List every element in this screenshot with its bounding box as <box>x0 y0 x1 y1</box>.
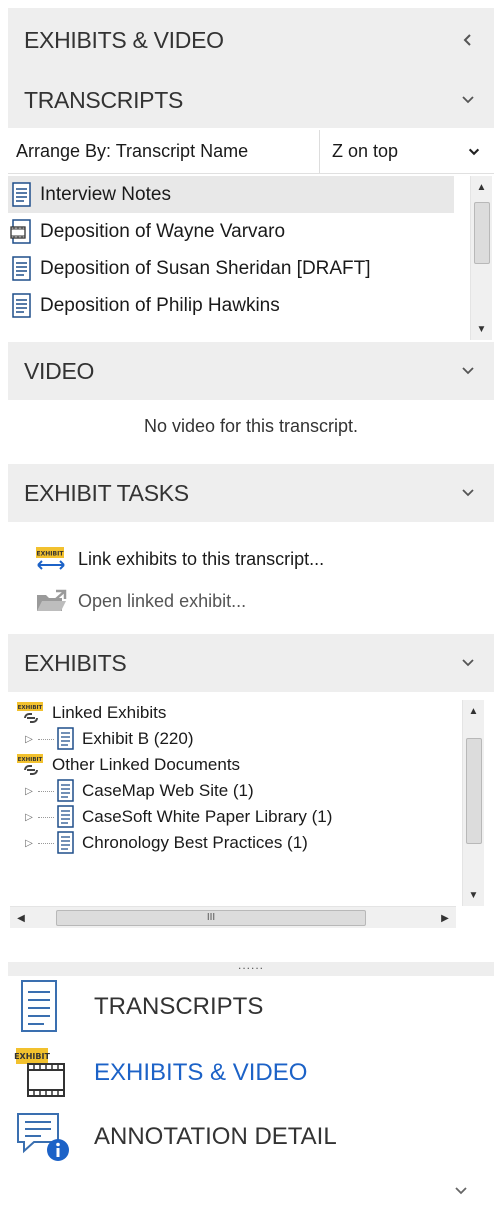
document-icon <box>12 181 31 207</box>
expand-arrow-icon[interactable]: ▷ <box>22 812 36 823</box>
linked-exhibit-icon: EXHIBIT <box>17 754 43 775</box>
panel-title: EXHIBITS & VIDEO <box>24 26 224 53</box>
scroll-down-arrow-icon[interactable]: ▼ <box>471 318 492 340</box>
scroll-down-arrow-icon[interactable]: ▼ <box>463 884 484 906</box>
sort-order-dropdown[interactable]: Z on top <box>320 130 494 173</box>
transcript-label: Interview Notes <box>40 183 171 205</box>
scrollbar-thumb[interactable] <box>466 738 482 844</box>
link-exhibits-label: Link exhibits to this transcript... <box>78 548 325 569</box>
chevron-down-icon <box>462 96 474 104</box>
transcripts-toggle[interactable] <box>442 72 494 128</box>
svg-text:EXHIBIT: EXHIBIT <box>18 705 43 711</box>
transcripts-header[interactable]: TRANSCRIPTS <box>8 72 494 128</box>
panel-header: EXHIBITS & VIDEO <box>8 8 494 72</box>
tree-item-label: CaseSoft White Paper Library (1) <box>82 807 333 826</box>
expand-arrow-icon[interactable]: ▷ <box>22 734 36 745</box>
arrange-bar: Arrange By: Transcript Name Z on top <box>8 130 494 174</box>
transcript-label: Deposition of Wayne Varvaro <box>40 220 286 242</box>
open-linked-exhibit-task[interactable]: Open linked exhibit... <box>34 588 246 614</box>
svg-text:EXHIBIT: EXHIBIT <box>14 1052 50 1061</box>
tree-group-label: Linked Exhibits <box>52 703 167 722</box>
document-icon <box>57 727 74 750</box>
scroll-up-arrow-icon[interactable]: ▲ <box>471 176 492 198</box>
video-header[interactable]: VIDEO <box>8 342 494 400</box>
exhibit-tasks-toggle[interactable] <box>442 464 494 522</box>
tree-item[interactable]: ▷ CaseMap Web Site (1) <box>8 778 458 804</box>
exhibit-video-icon: EXHIBIT <box>14 1048 65 1097</box>
transcript-list-scrollbar[interactable]: ▲ ▼ <box>470 176 492 340</box>
tree-item[interactable]: ▷ Exhibit B (220) <box>8 726 458 752</box>
tree-group-label: Other Linked Documents <box>52 755 241 774</box>
nav-annotation-detail[interactable]: ANNOTATION DETAIL <box>14 1108 337 1166</box>
transcript-item[interactable]: Deposition of Philip Hawkins <box>8 287 466 324</box>
transcript-item[interactable]: Interview Notes <box>8 176 454 213</box>
document-icon <box>12 292 31 318</box>
exhibits-title: EXHIBITS <box>24 649 127 676</box>
scrollbar-thumb[interactable]: III <box>56 910 366 926</box>
exhibit-tree-hscrollbar[interactable]: ◀ III ▶ <box>10 906 456 928</box>
exhibit-tree: EXHIBIT Linked Exhibits ▷ Exhibit B (220… <box>8 700 458 928</box>
annotation-info-icon <box>17 1113 69 1161</box>
scroll-up-arrow-icon[interactable]: ▲ <box>463 700 484 722</box>
nav-exhibits-video[interactable]: EXHIBIT EXHIBITS & VIDEO <box>14 1044 307 1102</box>
expand-arrow-icon[interactable]: ▷ <box>22 838 36 849</box>
collapse-panel-button[interactable] <box>442 8 494 72</box>
tree-item-label: CaseMap Web Site (1) <box>82 781 254 800</box>
sort-order-value: Z on top <box>332 141 399 161</box>
chevron-down-icon <box>462 367 474 375</box>
transcript-list: Interview Notes Deposition of Wayne Varv… <box>8 176 466 340</box>
exhibits-toggle[interactable] <box>442 634 494 692</box>
video-toggle[interactable] <box>442 342 494 400</box>
document-icon <box>57 779 74 802</box>
svg-text:EXHIBIT: EXHIBIT <box>18 757 43 763</box>
transcripts-title: TRANSCRIPTS <box>24 86 183 113</box>
exhibit-tasks-title: EXHIBIT TASKS <box>24 479 189 506</box>
open-linked-exhibit-label: Open linked exhibit... <box>78 590 247 611</box>
transcript-item[interactable]: Deposition of Susan Sheridan [DRAFT] <box>8 250 466 287</box>
pane-splitter[interactable]: ...... <box>8 959 494 976</box>
tree-item-label: Exhibit B (220) <box>82 729 194 748</box>
linked-exhibit-icon: EXHIBIT <box>17 702 43 723</box>
chevron-down-icon <box>455 1187 467 1195</box>
transcript-label: Deposition of Susan Sheridan [DRAFT] <box>40 257 371 279</box>
open-folder-icon <box>37 589 67 611</box>
document-icon <box>12 255 31 281</box>
nav-transcripts-label: TRANSCRIPTS <box>94 993 264 1020</box>
transcript-item[interactable]: Deposition of Wayne Varvaro <box>8 213 466 250</box>
document-icon <box>57 831 74 854</box>
link-exhibits-task[interactable]: EXHIBIT Link exhibits to this transcript… <box>34 546 324 572</box>
expand-arrow-icon[interactable]: ▷ <box>22 786 36 797</box>
nav-annotation-detail-label: ANNOTATION DETAIL <box>94 1123 337 1150</box>
exhibit-tree-vscrollbar[interactable]: ▲ ▼ <box>462 700 484 906</box>
tree-item-label: Chronology Best Practices (1) <box>82 833 308 852</box>
link-exhibit-icon: EXHIBIT <box>36 547 65 570</box>
transcript-document-icon <box>21 980 57 1032</box>
scroll-right-arrow-icon[interactable]: ▶ <box>434 907 456 929</box>
svg-text:EXHIBIT: EXHIBIT <box>37 551 65 558</box>
tree-group-other-linked-documents[interactable]: EXHIBIT Other Linked Documents <box>8 752 458 778</box>
arrange-by-label[interactable]: Arrange By: Transcript Name <box>8 130 320 173</box>
nav-transcripts[interactable]: TRANSCRIPTS <box>14 978 263 1036</box>
scroll-left-arrow-icon[interactable]: ◀ <box>10 907 32 929</box>
nav-exhibits-video-label: EXHIBITS & VIDEO <box>94 1059 308 1086</box>
tree-item[interactable]: ▷ Chronology Best Practices (1) <box>8 830 458 856</box>
nav-overflow-chevron[interactable] <box>446 1176 476 1206</box>
exhibits-header[interactable]: EXHIBITS <box>8 634 494 692</box>
exhibit-tasks-header[interactable]: EXHIBIT TASKS <box>8 464 494 522</box>
chevron-left-icon <box>463 34 471 46</box>
video-transcript-icon <box>10 218 31 244</box>
dropdown-chevron-icon <box>454 145 494 159</box>
tree-item[interactable]: ▷ CaseSoft White Paper Library (1) <box>8 804 458 830</box>
chevron-down-icon <box>462 659 474 667</box>
document-icon <box>57 805 74 828</box>
chevron-down-icon <box>462 489 474 497</box>
video-title: VIDEO <box>24 357 95 384</box>
tree-group-linked-exhibits[interactable]: EXHIBIT Linked Exhibits <box>8 700 458 726</box>
transcript-label: Deposition of Philip Hawkins <box>40 294 280 316</box>
scrollbar-thumb[interactable] <box>474 202 490 264</box>
no-video-message: No video for this transcript. <box>143 416 359 436</box>
